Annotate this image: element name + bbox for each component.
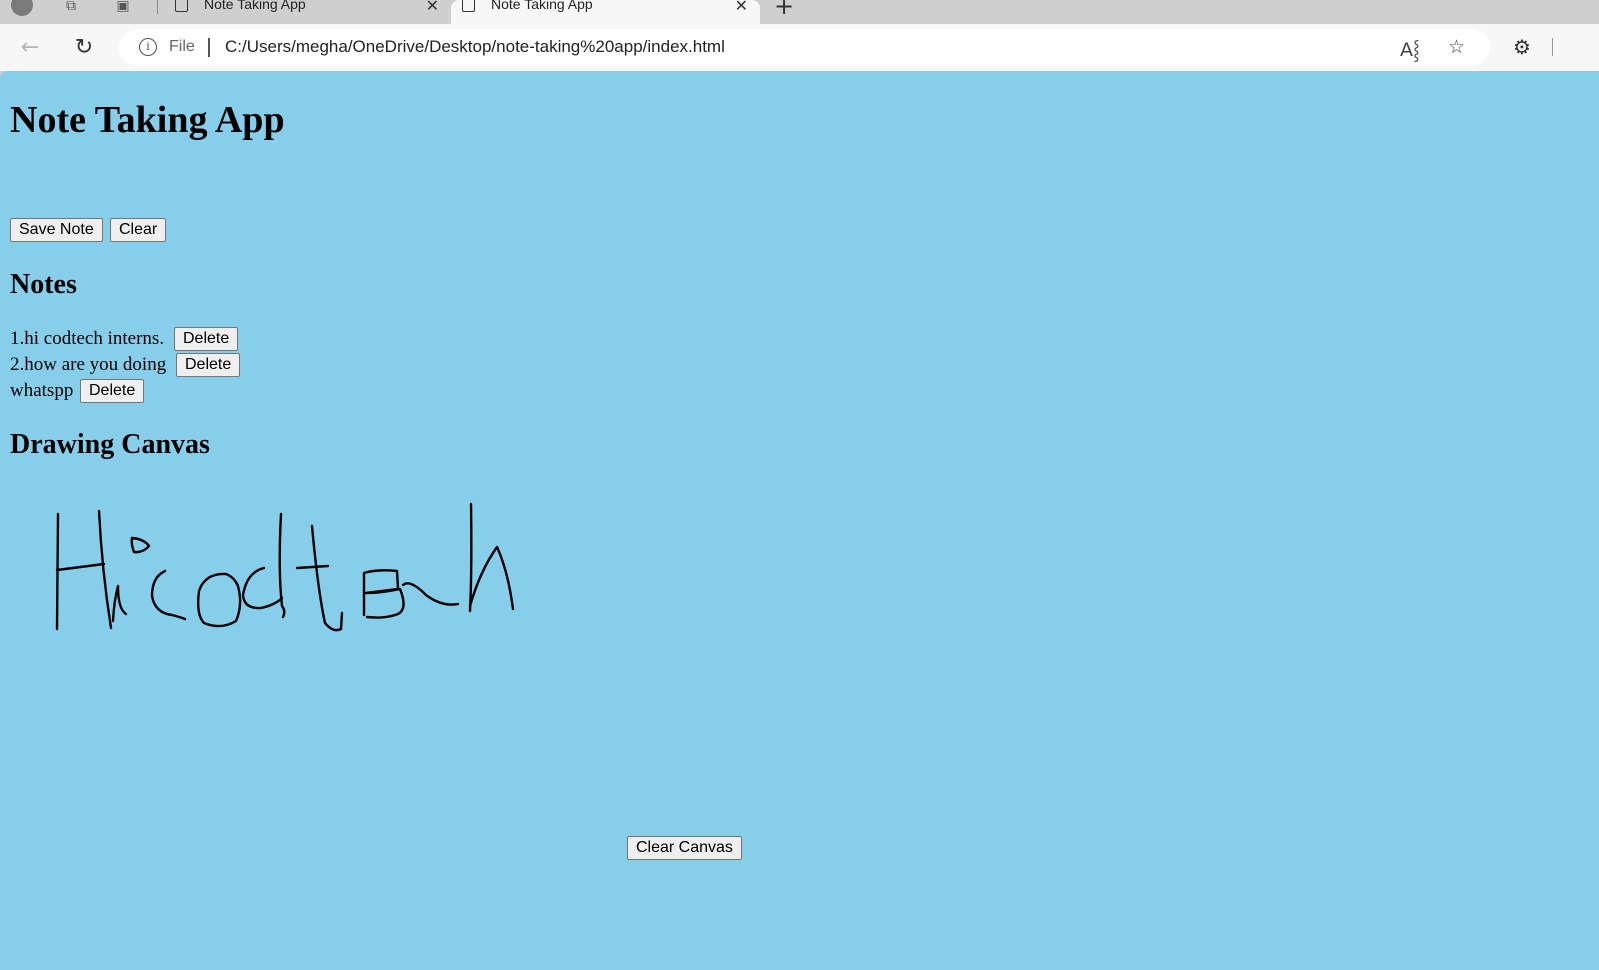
stroke-t-bar bbox=[295, 564, 330, 570]
page-body: Note Taking App Save Note Clear Notes 1.… bbox=[0, 71, 1599, 970]
tab-title: Note Taking App bbox=[491, 0, 593, 12]
notes-heading: Notes bbox=[10, 269, 77, 300]
vertical-tabs-icon[interactable]: ▣ bbox=[112, 0, 134, 16]
close-icon[interactable]: ✕ bbox=[735, 0, 748, 16]
scheme-label: File bbox=[169, 38, 195, 55]
delete-note-button[interactable]: Delete bbox=[176, 353, 241, 377]
stroke-h2-arch bbox=[468, 545, 515, 611]
tab-strip: ⧉ ▣ Note Taking App ✕ Note Taking App ✕ … bbox=[0, 0, 1599, 24]
tab-divider bbox=[157, 0, 158, 14]
page-title: Note Taking App bbox=[10, 99, 285, 141]
stroke-i-stem bbox=[111, 584, 128, 623]
canvas-heading: Drawing Canvas bbox=[10, 429, 210, 460]
address-bar[interactable]: i File C:/Users/megha/OneDrive/Desktop/n… bbox=[119, 29, 1490, 66]
profile-icon[interactable] bbox=[11, 0, 33, 16]
address-separator bbox=[208, 38, 210, 57]
toolbar-separator bbox=[1552, 38, 1553, 56]
stroke-o bbox=[196, 572, 242, 628]
clear-button[interactable]: Clear bbox=[110, 218, 167, 242]
drawing-canvas[interactable] bbox=[0, 491, 620, 811]
delete-note-button[interactable]: Delete bbox=[174, 327, 239, 351]
reload-icon[interactable]: ↻ bbox=[70, 34, 98, 62]
page-icon bbox=[462, 0, 475, 12]
delete-note-button[interactable]: Delete bbox=[80, 379, 145, 403]
stroke-d-stem bbox=[278, 512, 286, 619]
new-tab-button[interactable]: + bbox=[774, 0, 794, 20]
stroke-c bbox=[150, 569, 187, 621]
read-aloud-icon[interactable]: A⸾ bbox=[1400, 36, 1420, 62]
extensions-icon[interactable]: ⚙ bbox=[1513, 35, 1531, 59]
tab-note-taking-app-2[interactable]: Note Taking App ✕ bbox=[451, 0, 760, 24]
info-icon[interactable]: i bbox=[139, 38, 157, 56]
stroke-t-stem bbox=[310, 524, 344, 632]
stroke-c2 bbox=[401, 582, 460, 606]
note-text: 2.how are you doing bbox=[10, 354, 167, 375]
note-text: whatspp bbox=[10, 380, 74, 401]
tab-note-taking-app-1[interactable]: Note Taking App ✕ bbox=[164, 0, 451, 24]
stroke-d-bowl bbox=[241, 566, 284, 610]
close-icon[interactable]: ✕ bbox=[426, 0, 439, 16]
stroke-h-right bbox=[97, 509, 113, 630]
url-text[interactable]: C:/Users/megha/OneDrive/Desktop/note-tak… bbox=[225, 37, 725, 57]
stroke-h-left bbox=[55, 512, 60, 631]
clear-canvas-button[interactable]: Clear Canvas bbox=[627, 836, 742, 860]
stroke-e bbox=[362, 569, 405, 619]
favorite-star-icon[interactable]: ☆ bbox=[1448, 36, 1465, 58]
back-icon[interactable]: ← bbox=[16, 34, 44, 62]
page-icon bbox=[175, 0, 188, 12]
stroke-i-dot bbox=[130, 536, 151, 554]
browser-toolbar: ← ↻ i File C:/Users/megha/OneDrive/Deskt… bbox=[0, 24, 1599, 71]
tab-title: Note Taking App bbox=[204, 0, 306, 12]
stroke-h2-stem bbox=[468, 502, 473, 613]
note-text: 1.hi codtech interns. bbox=[10, 328, 165, 349]
stroke-h-bar bbox=[55, 562, 106, 572]
save-note-button[interactable]: Save Note bbox=[10, 218, 103, 242]
workspaces-icon[interactable]: ⧉ bbox=[60, 0, 82, 16]
